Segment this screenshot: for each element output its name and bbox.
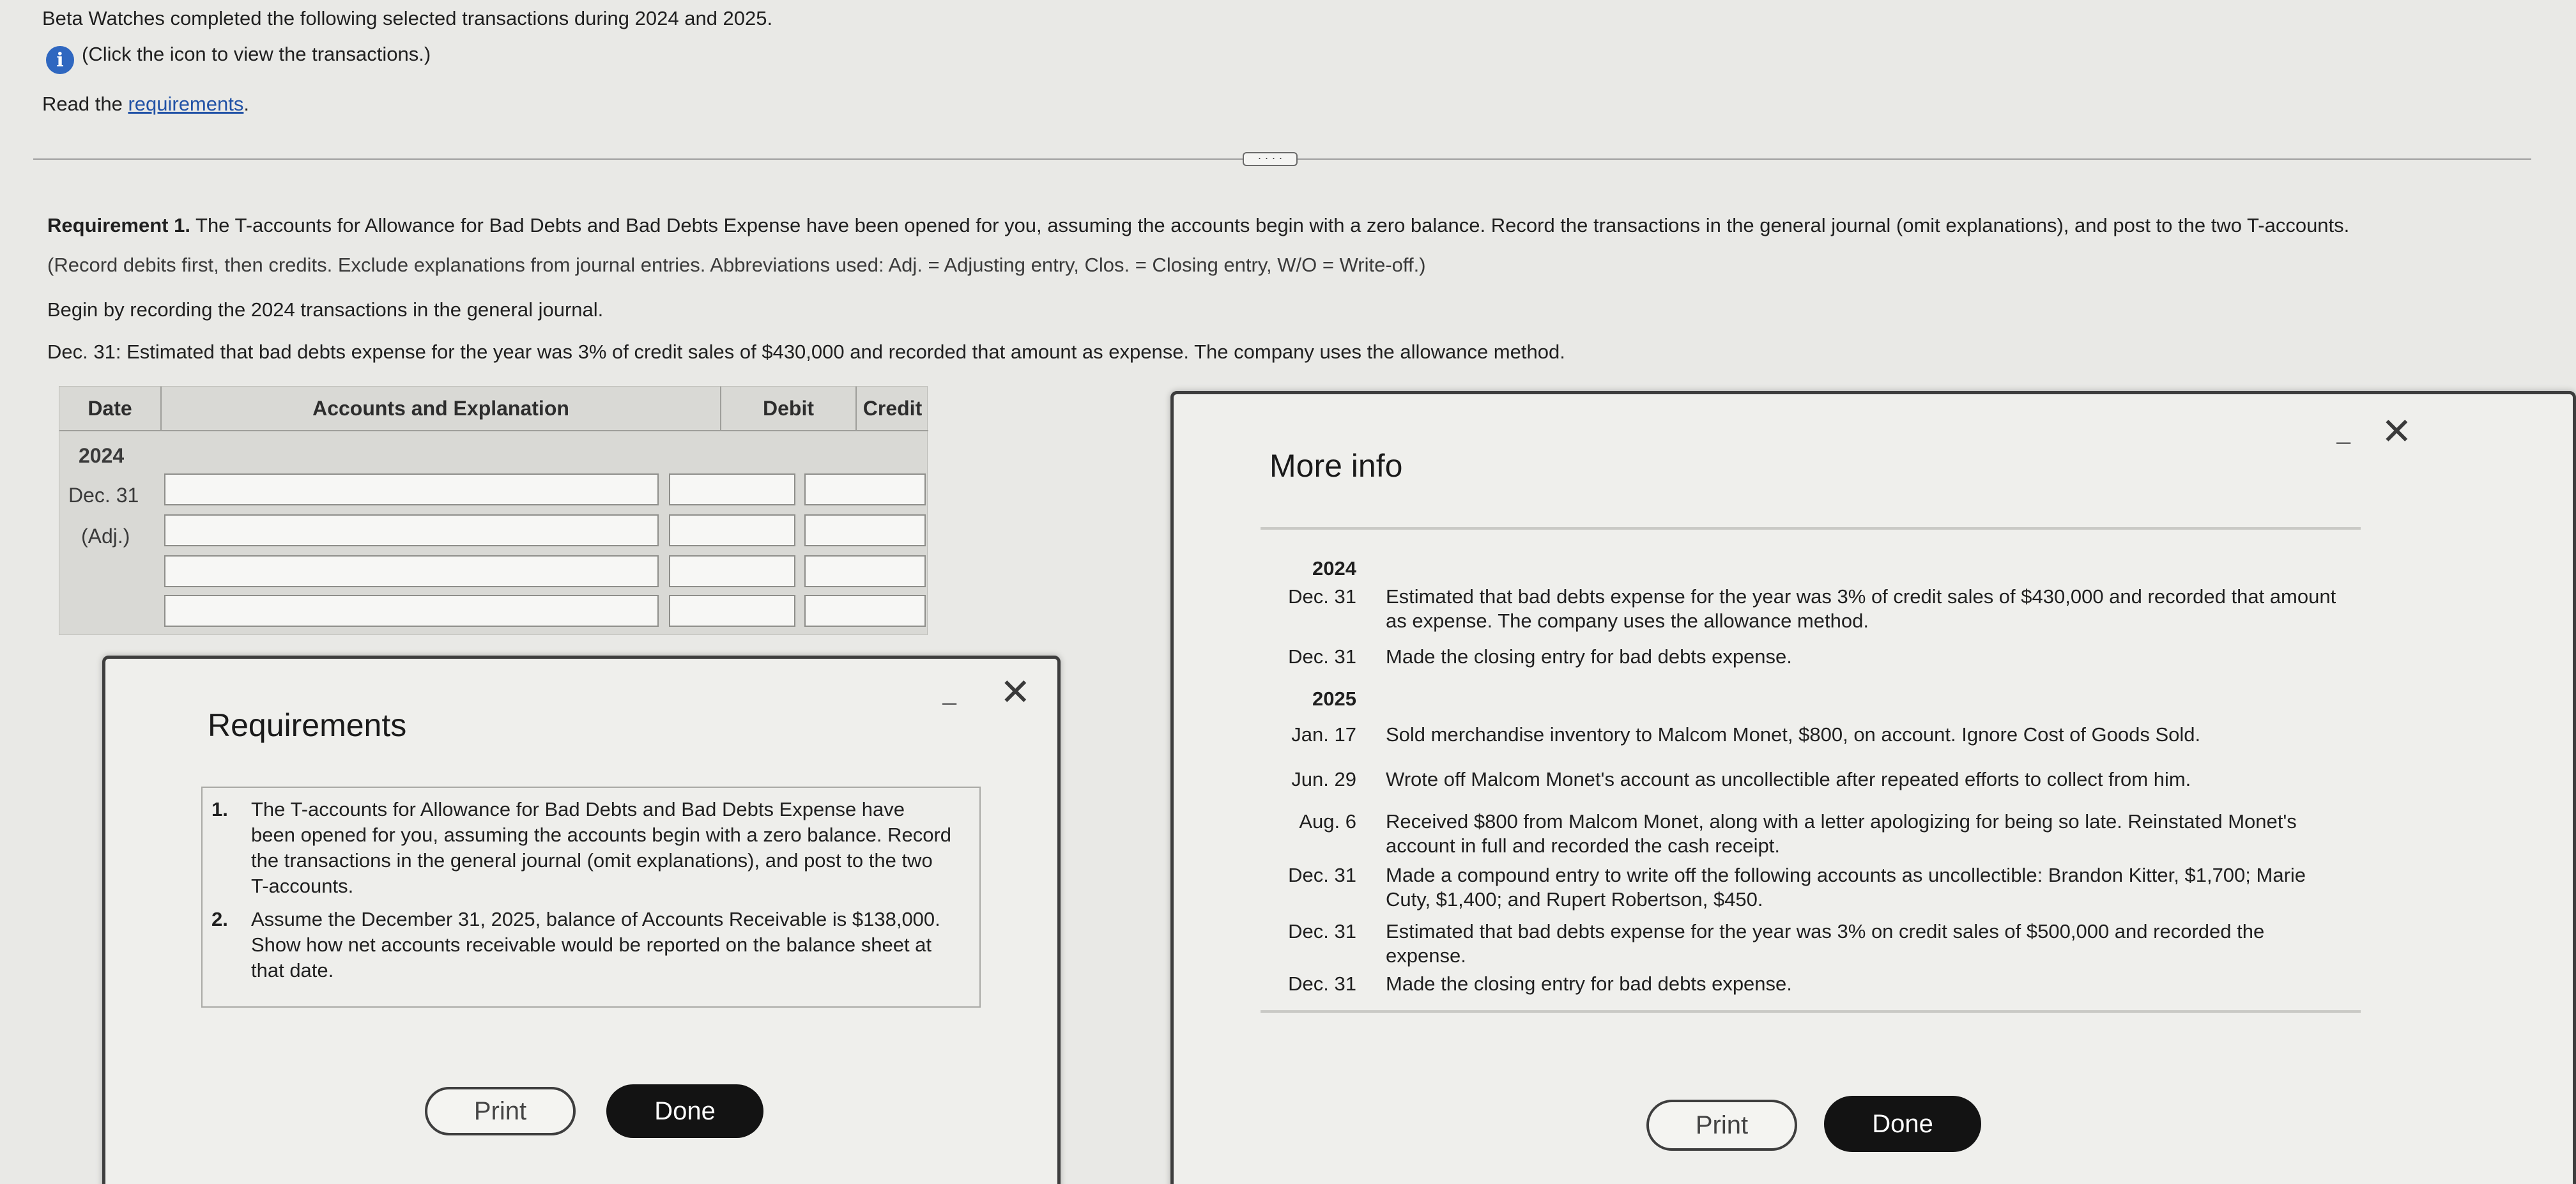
txn-text: Made a compound entry to write off the f… (1386, 864, 2306, 911)
done-button[interactable]: Done (606, 1084, 763, 1138)
txn-date: Aug. 6 (1299, 810, 1356, 833)
col-accounts-header: Accounts and Explanation (162, 387, 721, 430)
txn-date: Dec. 31 (1288, 864, 1356, 886)
journal-adj-tag: (Adj.) (81, 525, 130, 548)
transactions-table: 2024 Dec. 31 Estimated that bad debts ex… (1261, 527, 2361, 1013)
begin-instruction: Begin by recording the 2024 transactions… (47, 298, 604, 321)
dec31-label: Dec. 31: (47, 341, 121, 363)
req-item-1: The T-accounts for Allowance for Bad Deb… (251, 798, 952, 897)
txn-text: Wrote off Malcom Monet's account as unco… (1386, 768, 2191, 790)
req-num-1: 1. (211, 798, 228, 820)
requirements-list: 1. The T-accounts for Allowance for Bad … (201, 787, 981, 1008)
credit-input-4[interactable] (804, 595, 926, 627)
debit-input-2[interactable] (669, 514, 795, 546)
col-credit-header: Credit (862, 397, 923, 420)
credit-input-1[interactable] (804, 473, 926, 505)
txn-text: Estimated that bad debts expense for the… (1386, 585, 2336, 632)
txn-text: Estimated that bad debts expense for the… (1386, 920, 2265, 967)
general-journal: Date Accounts and Explanation Debit Cred… (59, 386, 928, 635)
txn-date: Dec. 31 (1288, 645, 1356, 668)
txn-text: Received $800 from Malcom Monet, along w… (1386, 810, 2297, 857)
print-button[interactable]: Print (425, 1087, 576, 1135)
year-2025: 2025 (1312, 688, 1356, 710)
journal-year: 2024 (79, 444, 125, 467)
requirements-dialog: – ✕ Requirements 1. The T-accounts for A… (102, 656, 1061, 1184)
debit-input-4[interactable] (669, 595, 795, 627)
credit-input-3[interactable] (804, 555, 926, 587)
credit-input-2[interactable] (804, 514, 926, 546)
txn-date: Jan. 17 (1291, 723, 1356, 746)
account-input-1[interactable] (164, 473, 659, 505)
txn-date: Dec. 31 (1288, 920, 1356, 942)
requirement1-body: The T-accounts for Allowance for Bad Deb… (190, 214, 2350, 236)
expand-handle[interactable]: · · · · (1243, 152, 1298, 166)
done-button[interactable]: Done (1824, 1096, 1981, 1152)
req-item-2: Assume the December 31, 2025, balance of… (251, 908, 940, 981)
year-2024: 2024 (1312, 557, 1356, 580)
txn-date: Dec. 31 (1288, 973, 1356, 995)
col-debit-header: Debit (721, 387, 857, 430)
close-icon[interactable]: ✕ (2381, 413, 2412, 450)
col-date-header: Date (59, 387, 162, 430)
txn-text: Made the closing entry for bad debts exp… (1386, 973, 1792, 995)
read-suffix: . (243, 93, 249, 115)
txn-text: Made the closing entry for bad debts exp… (1386, 645, 1792, 668)
header-rule (59, 430, 928, 431)
txn-date: Jun. 29 (1291, 768, 1356, 790)
requirements-link[interactable]: requirements (128, 93, 243, 115)
close-icon[interactable]: ✕ (1000, 674, 1031, 711)
read-requirements-line: Read the requirements. (42, 92, 249, 116)
txn-date: Dec. 31 (1288, 585, 1356, 608)
debit-input-1[interactable] (669, 473, 795, 505)
txn-text: Sold merchandise inventory to Malcom Mon… (1386, 723, 2201, 746)
dec31-body: Estimated that bad debts expense for the… (121, 341, 1565, 363)
minimize-button[interactable]: – (942, 689, 956, 715)
req-num-2: 2. (211, 908, 228, 930)
journal-date: Dec. 31 (68, 484, 139, 507)
more-info-dialog: – ✕ More info 2024 Dec. 31 Estimated tha… (1170, 391, 2576, 1184)
account-input-4[interactable] (164, 595, 659, 627)
read-prefix: Read the (42, 93, 128, 115)
dialog-title: More info (1269, 448, 1403, 484)
click-instruction: (Click the icon to view the transactions… (82, 43, 431, 65)
requirement1-label: Requirement 1. (47, 214, 190, 236)
account-input-3[interactable] (164, 555, 659, 587)
dialog-title: Requirements (208, 707, 407, 743)
info-icon[interactable]: i (46, 46, 74, 74)
print-button[interactable]: Print (1646, 1100, 1797, 1151)
minimize-button[interactable]: – (2336, 429, 2350, 454)
account-input-2[interactable] (164, 514, 659, 546)
requirement1-note: (Record debits first, then credits. Excl… (47, 254, 1426, 276)
debit-input-3[interactable] (669, 555, 795, 587)
dec31-instruction: Dec. 31: Estimated that bad debts expens… (47, 340, 1565, 364)
intro-text: Beta Watches completed the following sel… (42, 7, 773, 29)
requirement1-text: Requirement 1. The T-accounts for Allowa… (47, 213, 2349, 238)
